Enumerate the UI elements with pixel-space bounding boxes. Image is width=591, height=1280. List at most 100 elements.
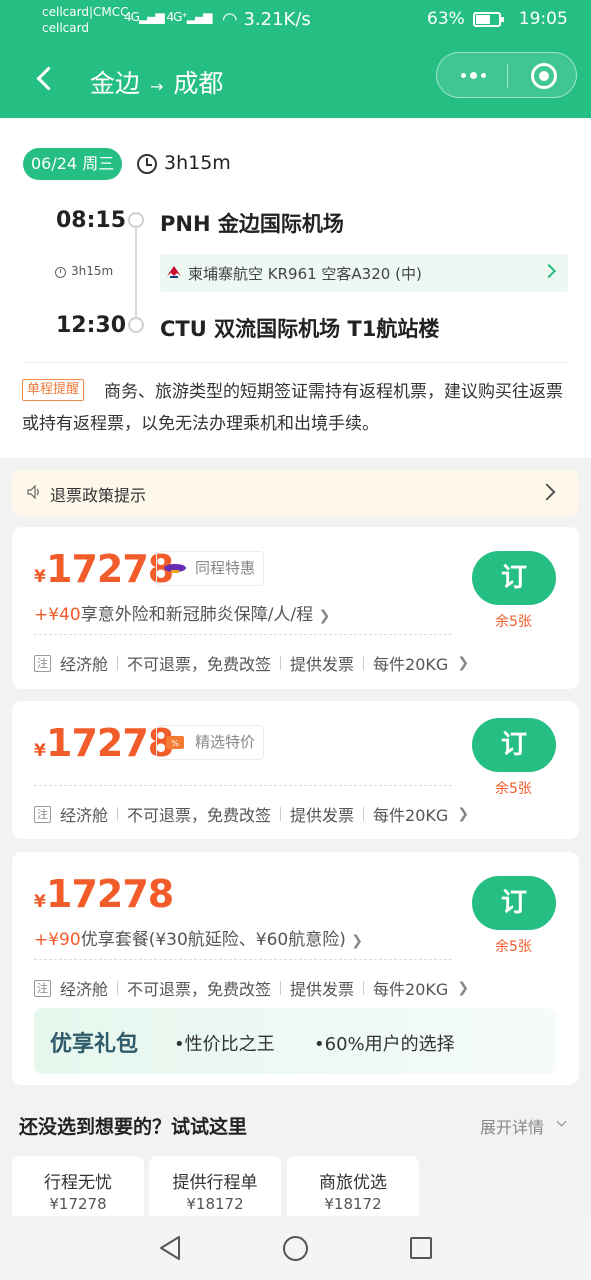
airline-info-bar[interactable]: 柬埔寨航空 KR961 空客A320 (中) <box>160 254 568 292</box>
mini-program-capsule <box>436 52 577 98</box>
wifi-icon: ◠ <box>222 9 244 30</box>
cabin-class: 经济舱 <box>60 980 109 999</box>
package-addon[interactable]: +¥90优享套餐(¥30航延险、¥60航意险) ❯ <box>34 925 363 950</box>
offer-card-1[interactable]: ¥ 17278 同程特惠 +¥40享意外险和新冠肺炎保障/人/程 ❯ 注 经济舱… <box>12 527 579 689</box>
divider <box>22 362 570 363</box>
more-dots-icon[interactable] <box>455 64 491 86</box>
capsule-divider <box>507 64 508 88</box>
airline-logo-icon <box>167 266 181 278</box>
arrival-time: 12:30 <box>56 313 127 338</box>
back-icon[interactable] <box>34 60 60 100</box>
route-title: 金边 → 成都 <box>90 64 223 100</box>
gift-benefit-2: •60%用户的选择 <box>314 1034 455 1055</box>
offer-card-2[interactable]: ¥ 17278 % 精选特价 注 经济舱 不可退票，免费改签 提供发票 每件20… <box>12 701 579 839</box>
speed-text: 3.21K/s <box>243 9 311 30</box>
battery-percent: 63% <box>427 9 465 29</box>
gift-benefit-1: •性价比之王 <box>174 1034 275 1055</box>
timeline-line <box>135 228 137 317</box>
system-nav-bar <box>0 1216 591 1280</box>
alt-option-price: ¥18172 <box>186 1195 244 1213</box>
flight-info-card: 06/24 周三 3h15m 08:15 12:30 3h15m PNH 金边国… <box>0 118 591 458</box>
promo-tag: % 精选特价 <box>156 725 265 760</box>
note-icon: 注 <box>34 979 51 997</box>
seats-remaining: 余5张 <box>495 939 532 955</box>
addon-price: +¥40 <box>34 605 81 625</box>
nav-back-icon[interactable] <box>158 1235 182 1261</box>
alt-option-label: 商旅优选 <box>319 1173 387 1193</box>
alt-option-card[interactable]: 商旅优选 ¥18172 <box>287 1156 419 1222</box>
chevron-right-icon: ❯ <box>318 608 331 624</box>
battery-icon <box>472 11 504 27</box>
signal1-label: 4G <box>124 10 140 24</box>
battery-status: 63% 19:05 <box>427 9 568 29</box>
origin-city: 金边 <box>90 69 141 98</box>
insurance-addon[interactable]: +¥40享意外险和新冠肺炎保障/人/程 ❯ <box>34 600 330 625</box>
route-arrow: → <box>150 76 164 96</box>
promo-tag: 同程特惠 <box>156 551 265 586</box>
alt-option-label: 提供行程单 <box>172 1173 258 1193</box>
nav-recent-icon[interactable] <box>410 1237 432 1259</box>
chevron-right-icon: ❯ <box>457 980 470 996</box>
fare-rules[interactable]: 注 经济舱 不可退票，免费改签 提供发票 每件20KG ❯ <box>34 976 469 1000</box>
carrier-info: cellcard|CMCC cellcard <box>42 4 128 36</box>
note-icon: 注 <box>34 805 51 823</box>
refund-rule: 不可退票，免费改签 <box>127 806 272 825</box>
mid-duration: 3h15m <box>71 264 114 278</box>
date-badge: 06/24 周三 <box>23 148 123 180</box>
clock-icon <box>137 154 157 174</box>
dashed-divider <box>34 959 452 960</box>
oneway-reminder-tag: 单程提醒 <box>22 379 85 401</box>
chevron-right-icon <box>541 263 557 279</box>
offer-price: 17278 <box>46 721 174 765</box>
visa-notice: 商务、旅游类型的短期签证需持有返程机票，建议购买往返票或持有返程票，以免无法办理… <box>22 382 563 434</box>
dashed-divider <box>34 634 452 635</box>
promo-icon <box>164 564 186 573</box>
fare-rules[interactable]: 注 经济舱 不可退票，免费改签 提供发票 每件20KG ❯ <box>34 802 469 826</box>
book-button[interactable]: 订 <box>472 551 556 605</box>
cabin-class: 经济舱 <box>60 655 109 674</box>
book-button[interactable]: 订 <box>472 718 556 772</box>
battery-fill <box>475 14 490 24</box>
addon-price: +¥90 <box>34 930 81 950</box>
nav-home-icon[interactable] <box>283 1236 308 1261</box>
signal-icon: 4G▂▄▆ 4G⁺▂▄▆ <box>124 10 212 24</box>
clock-time: 19:05 <box>518 9 568 29</box>
gift-title: 优享礼包 <box>50 1032 139 1057</box>
offer-card-3[interactable]: ¥ 17278 +¥90优享套餐(¥30航延险、¥60航意险) ❯ 注 经济舱 … <box>12 852 579 1085</box>
book-button[interactable]: 订 <box>472 876 556 930</box>
chevron-right-icon <box>538 483 556 501</box>
addon-text: 优享套餐(¥30航延险、¥60航意险) <box>80 930 346 950</box>
arrival-airport: CTU 双流国际机场 T1航站楼 <box>160 317 440 341</box>
expand-details-link[interactable]: 展开详情 <box>480 1114 544 1138</box>
seats-remaining: 余5张 <box>495 614 532 630</box>
arrival-node <box>128 317 144 333</box>
chevron-right-icon: ❯ <box>457 655 470 671</box>
departure-node <box>128 212 144 228</box>
refund-rule: 不可退票，免费改签 <box>127 980 272 999</box>
gift-package-banner[interactable]: 优享礼包 •性价比之王 •60%用户的选择 <box>34 1008 556 1074</box>
currency-symbol: ¥ <box>34 567 46 587</box>
speaker-icon <box>27 485 39 499</box>
offer-price: 17278 <box>46 547 174 591</box>
refund-rule: 不可退票，免费改签 <box>127 655 272 674</box>
flight-duration: 3h15m <box>164 152 231 174</box>
invoice-info: 提供发票 <box>290 655 355 674</box>
chevron-down-icon[interactable] <box>556 1116 567 1127</box>
alt-option-price: ¥18172 <box>324 1195 382 1213</box>
alt-option-card[interactable]: 提供行程单 ¥18172 <box>149 1156 281 1222</box>
baggage-info: 每件20KG <box>373 806 449 825</box>
refund-policy-banner[interactable]: 退票政策提示 <box>12 470 579 516</box>
app-header: cellcard|CMCC cellcard 4G▂▄▆ 4G⁺▂▄▆ ◠ 3.… <box>0 0 591 118</box>
wifi-speed: ◠ 3.21K/s <box>222 9 311 30</box>
invoice-info: 提供发票 <box>290 980 355 999</box>
close-circle-icon[interactable] <box>531 63 557 89</box>
cabin-class: 经济舱 <box>60 806 109 825</box>
baggage-info: 每件20KG <box>373 980 449 999</box>
baggage-info: 每件20KG <box>373 655 449 674</box>
promo-label: 精选特价 <box>195 733 256 751</box>
offer-price: 17278 <box>46 872 174 916</box>
alt-option-card[interactable]: 行程无忧 ¥17278 <box>12 1156 144 1222</box>
fare-rules[interactable]: 注 经济舱 不可退票，免费改签 提供发票 每件20KG ❯ <box>34 651 469 675</box>
refund-policy-label: 退票政策提示 <box>50 486 147 505</box>
carrier-line1: cellcard|CMCC <box>42 5 129 19</box>
